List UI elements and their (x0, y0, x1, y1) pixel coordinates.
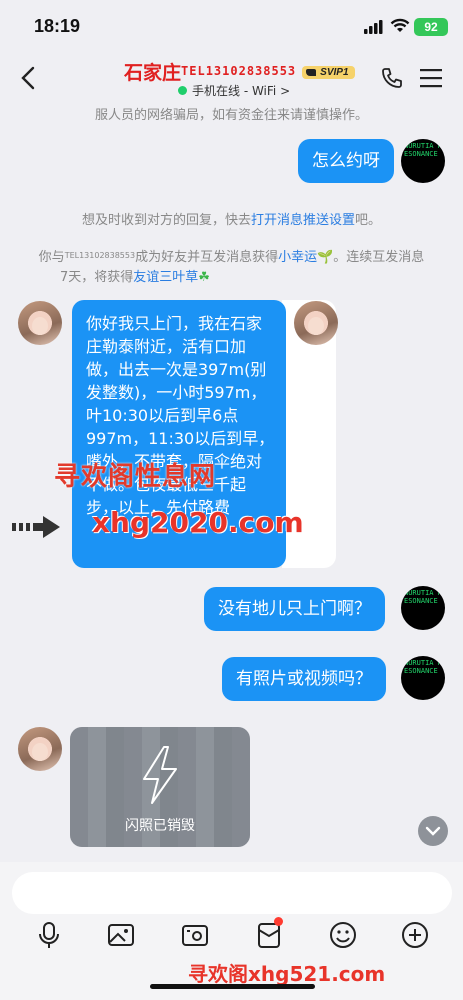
status-bar: 18:19 92 (0, 0, 463, 54)
friendship-text-b: 成为好友并互发消息获得 (135, 250, 279, 265)
home-indicator[interactable] (150, 984, 315, 989)
my-message-3[interactable]: 有照片或视频吗？ (222, 657, 386, 701)
emoji-icon[interactable] (328, 920, 358, 950)
my-avatar[interactable]: NURUTIA RESONANCE (401, 586, 445, 630)
watermark-url: xhg2020.com (92, 506, 304, 539)
avatar-text: NURUTIA RESONANCE (404, 142, 442, 158)
sprout-icon: 🌱 (317, 250, 334, 265)
contact-tel: TEL13102838553 (181, 64, 297, 78)
online-status-label: 手机在线 - WiFi > (192, 84, 291, 98)
menu-icon[interactable] (420, 68, 442, 88)
cellular-signal-icon (364, 20, 383, 34)
avatar-face (32, 317, 48, 335)
my-message-1[interactable]: 怎么约呀 (298, 139, 394, 183)
contact-name: 石家庄 (124, 62, 182, 84)
scroll-to-bottom-button[interactable] (418, 816, 448, 846)
friendship-notice-line1: 你与TEL13102838553成为好友并互发消息获得小幸运🌱。连续互发消息 (0, 246, 463, 268)
back-arrow-icon[interactable] (16, 64, 40, 92)
chevron-down-icon (425, 826, 441, 836)
friendship-notice-line2: 7天，将获得友谊三叶草☘ (0, 268, 463, 288)
friendship-text-c: 。连续互发消息 (333, 250, 425, 265)
wifi-icon (390, 18, 410, 32)
status-time: 18:19 (34, 16, 81, 36)
friendship-text-a: 你与 (38, 250, 65, 265)
image-gallery-icon[interactable] (106, 920, 136, 950)
camera-icon[interactable] (180, 920, 210, 950)
online-dot-icon (178, 86, 187, 95)
watermark-arrow-icon (12, 516, 60, 538)
watermark-site-name: 寻欢阁性息网 (54, 462, 217, 492)
clover-icon: ☘ (198, 270, 210, 285)
my-avatar[interactable]: NURUTIA RESONANCE (401, 139, 445, 183)
red-packet-button[interactable] (254, 917, 284, 950)
notification-dot (274, 917, 283, 926)
flash-photo-label: 闪照已销毁 (125, 818, 195, 834)
lucky-link[interactable]: 小幸运 (278, 250, 317, 265)
avatar-text: NURUTIA RESONANCE (404, 589, 442, 605)
online-status[interactable]: 手机在线 - WiFi > (178, 82, 290, 99)
clover-link[interactable]: 友谊三叶草 (133, 270, 198, 285)
phone-call-icon[interactable] (380, 66, 404, 90)
push-notice: 想及时收到对方的回复，快去打开消息推送设置吧。 (0, 209, 463, 228)
friendship-notice: 你与TEL13102838553成为好友并互发消息获得小幸运🌱。连续互发消息 7… (0, 246, 463, 288)
avatar-face (308, 317, 324, 335)
svip-badge: SVIP1 (302, 66, 355, 79)
contact-avatar-duplicate (294, 301, 338, 345)
chat-header: 石家庄TEL13102838553 SVIP1 手机在线 - WiFi > (0, 54, 463, 102)
friendship-tel: TEL13102838553 (64, 251, 136, 260)
my-message-2[interactable]: 没有地儿只上门啊？ (204, 587, 385, 631)
friendship-text-d: 7天，将获得 (60, 270, 134, 285)
security-notice: 服人员的网络骗局，如有资金往来请谨慎操作。 (94, 108, 368, 123)
add-more-icon[interactable] (400, 920, 430, 950)
push-notice-prefix: 想及时收到对方的回复，快去 (81, 213, 251, 228)
lightning-bolt-icon (143, 746, 177, 804)
flash-photo-destroyed[interactable]: 闪照已销毁 (70, 727, 250, 847)
battery-indicator: 92 (414, 18, 448, 36)
my-avatar[interactable]: NURUTIA RESONANCE (401, 656, 445, 700)
microphone-icon[interactable] (34, 920, 64, 950)
avatar-text: NURUTIA RESONANCE (404, 659, 442, 675)
message-input[interactable] (12, 872, 452, 914)
contact-avatar-2[interactable] (18, 727, 62, 771)
contact-title[interactable]: 石家庄TEL13102838553 SVIP1 (124, 58, 355, 85)
watermark-footer: 寻欢阁xhg521.com (188, 962, 386, 986)
push-notice-suffix: 吧。 (355, 213, 382, 228)
contact-avatar-1[interactable] (18, 301, 62, 345)
avatar-face (32, 743, 48, 761)
push-settings-link[interactable]: 打开消息推送设置 (251, 213, 355, 228)
